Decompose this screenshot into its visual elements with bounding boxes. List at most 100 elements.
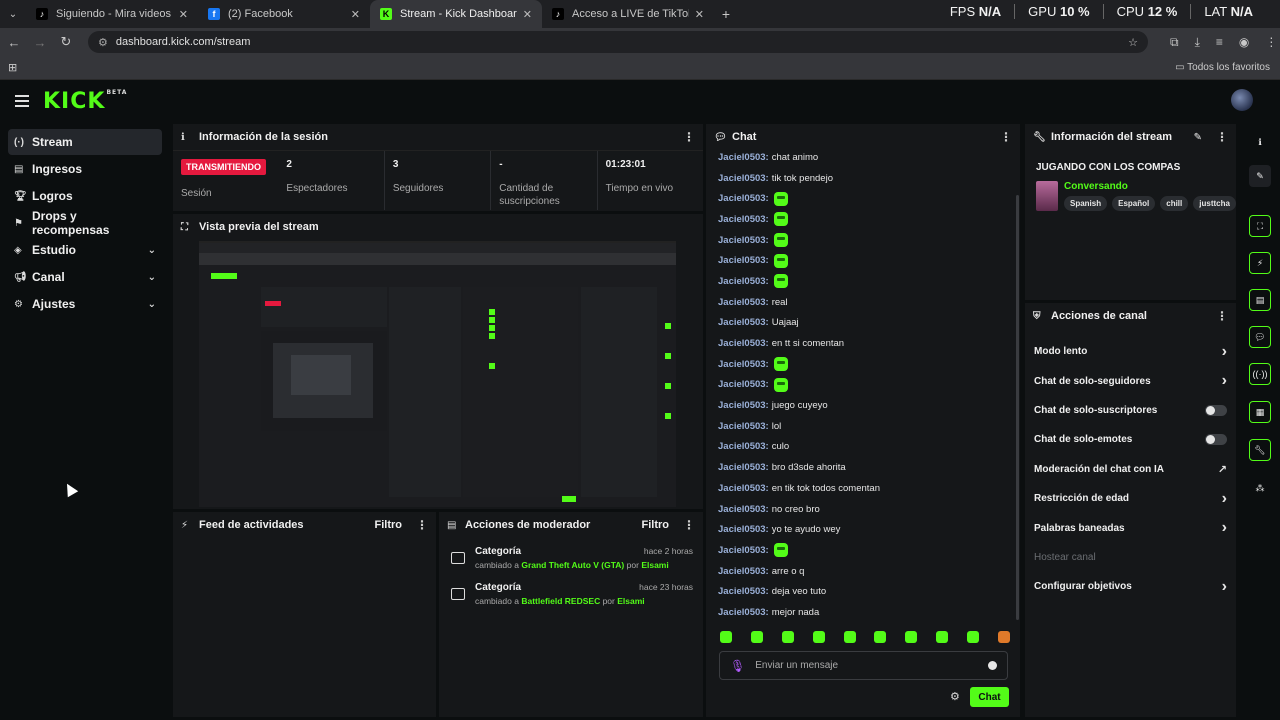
more-options-icon[interactable]: ⋮	[683, 130, 695, 144]
chevron-down-icon[interactable]: ⌄	[148, 245, 156, 256]
forward-icon[interactable]: →	[28, 35, 52, 50]
channel-action-item[interactable]: Restricción de edad ›	[1025, 484, 1236, 513]
all-bookmarks-link[interactable]: ▭ Todos los favoritos	[1175, 62, 1270, 73]
chat-username[interactable]: Jaciel0503:	[718, 586, 769, 597]
sidebar-item-ingresos[interactable]: ▤ Ingresos	[8, 156, 162, 182]
sidebar-item-ajustes[interactable]: ⚙ Ajustes ⌄	[8, 291, 162, 317]
channel-action-item[interactable]: Chat de solo-emotes	[1025, 425, 1236, 454]
browser-tab[interactable]: ♪ Acceso a LIVE de TikTok ✕	[542, 0, 714, 28]
chevron-down-icon[interactable]: ⌄	[148, 299, 156, 310]
more-options-icon[interactable]: ⋮	[416, 518, 428, 532]
apps-icon[interactable]: ⁂	[1249, 477, 1271, 499]
info-icon[interactable]: ℹ	[1249, 131, 1271, 153]
reading-list-icon[interactable]: ≡	[1216, 35, 1223, 50]
crop-icon[interactable]: ⛶	[1249, 215, 1271, 237]
chat-username[interactable]: Jaciel0503:	[718, 235, 769, 246]
channel-action-item[interactable]: Configurar objetivos ›	[1025, 572, 1236, 601]
close-tab-icon[interactable]: ✕	[179, 8, 188, 21]
user-avatar[interactable]	[1231, 89, 1253, 111]
chat-username[interactable]: Jaciel0503:	[718, 379, 769, 390]
back-icon[interactable]: ←	[2, 35, 26, 50]
emote-button[interactable]	[967, 631, 979, 643]
chat-bubble-icon[interactable]: 💬︎	[1249, 326, 1271, 348]
mod-detail-user[interactable]: Elsami	[641, 560, 668, 570]
emote-button[interactable]	[874, 631, 887, 643]
chevron-down-icon[interactable]: ⌄	[148, 272, 156, 283]
emote-button[interactable]	[781, 631, 794, 643]
chat-scrollbar[interactable]	[1016, 195, 1019, 620]
extensions-icon[interactable]: ⧉	[1170, 35, 1179, 50]
chat-username[interactable]: Jaciel0503:	[718, 255, 769, 266]
chat-username[interactable]: Jaciel0503:	[718, 173, 769, 184]
mod-detail-game[interactable]: Grand Theft Auto V (GTA)	[521, 560, 624, 570]
chat-username[interactable]: Jaciel0503:	[718, 462, 769, 473]
stream-tag[interactable]: Spanish	[1064, 196, 1108, 211]
channel-action-item[interactable]: Modo lento ›	[1025, 337, 1236, 366]
chat-username[interactable]: Jaciel0503:	[718, 152, 769, 163]
emote-button[interactable]	[997, 631, 1010, 643]
bookmark-star-icon[interactable]: ☆	[1128, 36, 1138, 49]
more-options-icon[interactable]: ⋮	[1216, 130, 1228, 144]
sidebar-item-canal[interactable]: 📢︎ Canal ⌄	[8, 264, 162, 290]
chat-username[interactable]: Jaciel0503:	[718, 297, 769, 308]
channel-action-item[interactable]: Chat de solo-suscriptores	[1025, 396, 1236, 425]
kick-logo[interactable]: KICKBETA	[43, 89, 127, 114]
more-options-icon[interactable]: ⋮	[683, 518, 695, 532]
more-options-icon[interactable]: ⋮	[1000, 130, 1012, 144]
channel-action-item[interactable]: Palabras baneadas ›	[1025, 513, 1236, 542]
close-tab-icon[interactable]: ✕	[523, 8, 532, 21]
close-tab-icon[interactable]: ✕	[695, 8, 704, 21]
menu-icon[interactable]	[15, 95, 29, 107]
apps-grid-icon[interactable]: ⊞	[8, 61, 17, 74]
broadcast-icon[interactable]: ((·))	[1249, 363, 1271, 385]
browser-tab[interactable]: f (2) Facebook ✕	[198, 0, 370, 28]
stream-preview-video[interactable]	[199, 241, 676, 507]
close-tab-icon[interactable]: ✕	[351, 8, 360, 21]
stream-tag[interactable]: justtcha	[1193, 196, 1236, 211]
microphone-icon[interactable]: 🎙︎	[730, 659, 745, 673]
site-settings-icon[interactable]: ⚙	[98, 36, 108, 49]
reload-icon[interactable]: ↻	[54, 34, 78, 50]
chat-username[interactable]: Jaciel0503:	[718, 193, 769, 204]
clipboard-icon[interactable]: ▤	[1249, 289, 1271, 311]
toggle-switch[interactable]	[1205, 434, 1227, 446]
download-icon[interactable]: ⤓	[1195, 35, 1200, 50]
activity-filter-button[interactable]: Filtro	[375, 519, 403, 531]
new-tab-button[interactable]: +	[714, 6, 738, 22]
stream-tag[interactable]: Español	[1112, 196, 1156, 211]
mod-filter-button[interactable]: Filtro	[642, 519, 670, 531]
chat-username[interactable]: Jaciel0503:	[718, 338, 769, 349]
emoji-picker-icon[interactable]	[988, 661, 997, 670]
emote-button[interactable]	[812, 631, 825, 643]
stream-category[interactable]: Conversando	[1064, 181, 1236, 192]
chat-username[interactable]: Jaciel0503:	[718, 359, 769, 370]
wrench-icon[interactable]: 🔧︎	[1249, 439, 1271, 461]
mod-detail-game[interactable]: Battlefield REDSEC	[521, 596, 600, 606]
chat-username[interactable]: Jaciel0503:	[718, 524, 769, 535]
chat-username[interactable]: Jaciel0503:	[718, 545, 769, 556]
edit-pencil-icon[interactable]: ✎	[1249, 165, 1271, 187]
sidebar-item-estudio[interactable]: ◈ Estudio ⌄	[8, 237, 162, 263]
emote-button[interactable]	[905, 631, 918, 643]
tab-search-icon[interactable]: ⌄	[0, 0, 26, 28]
mod-detail-user[interactable]: Elsami	[617, 596, 644, 606]
chat-username[interactable]: Jaciel0503:	[718, 317, 769, 328]
chat-username[interactable]: Jaciel0503:	[718, 607, 769, 618]
url-input[interactable]: ⚙ dashboard.kick.com/stream ☆	[88, 31, 1148, 53]
layout-icon[interactable]: ▦	[1249, 401, 1271, 423]
browser-menu-icon[interactable]: ⋮	[1265, 35, 1277, 50]
emote-button[interactable]	[843, 631, 856, 643]
chat-username[interactable]: Jaciel0503:	[718, 483, 769, 494]
toggle-switch[interactable]	[1205, 404, 1227, 416]
chat-username[interactable]: Jaciel0503:	[718, 421, 769, 432]
edit-pencil-icon[interactable]: ✎	[1194, 132, 1202, 143]
emote-button[interactable]	[720, 631, 732, 643]
sidebar-item-drops[interactable]: ⚑ Drops y recompensas	[8, 209, 162, 237]
chat-username[interactable]: Jaciel0503:	[718, 504, 769, 515]
lightning-icon[interactable]: ⚡	[1249, 252, 1271, 274]
chat-username[interactable]: Jaciel0503:	[718, 400, 769, 411]
chat-username[interactable]: Jaciel0503:	[718, 214, 769, 225]
more-options-icon[interactable]: ⋮	[1216, 309, 1228, 323]
emote-button[interactable]	[750, 631, 763, 643]
channel-action-item[interactable]: Moderación del chat con IA ↗	[1025, 455, 1236, 484]
